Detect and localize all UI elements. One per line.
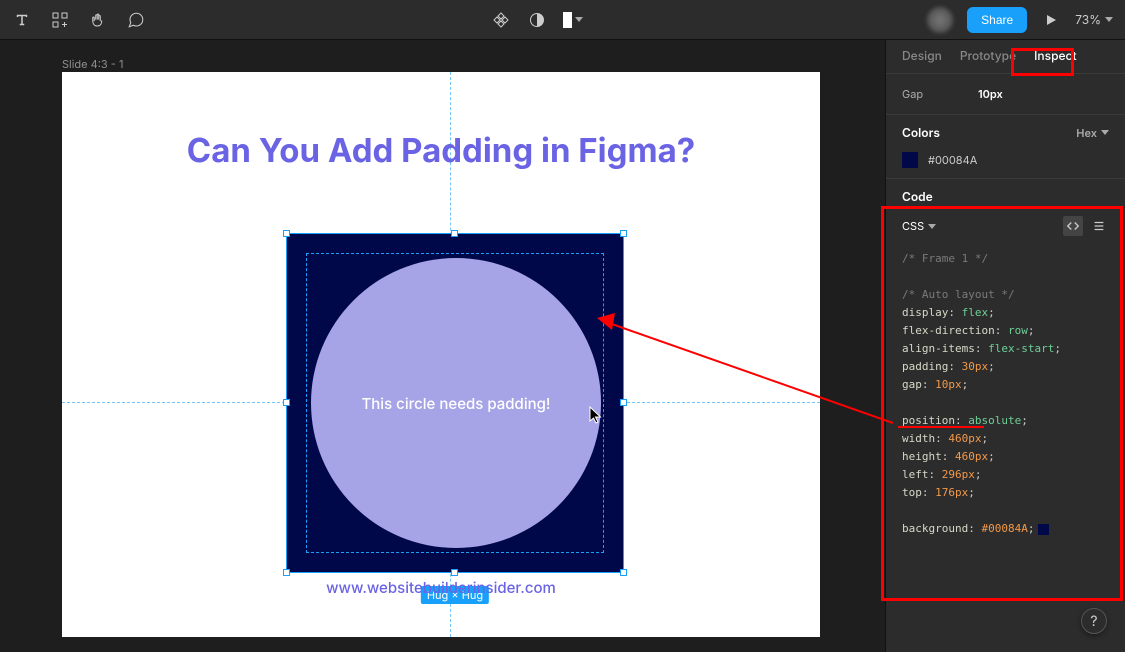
zoom-value: 73% [1075, 12, 1101, 27]
section-layout: Gap 10px [886, 74, 1125, 115]
zoom-dropdown[interactable]: 73% [1075, 12, 1113, 27]
handle-bot-left[interactable] [283, 569, 290, 576]
comment-icon[interactable] [126, 10, 146, 30]
present-icon[interactable] [1041, 10, 1061, 30]
canvas-area[interactable]: Slide 4:3 - 1 Can You Add Padding in Fig… [0, 40, 885, 652]
tab-inspect[interactable]: Inspect [1034, 48, 1076, 63]
handle-mid-right[interactable] [620, 399, 627, 406]
handle-bot-right[interactable] [620, 569, 627, 576]
handle-top-right[interactable] [620, 230, 627, 237]
color-row[interactable]: #00084A [902, 148, 1109, 168]
chevron-down-icon [1105, 17, 1113, 22]
handle-top-mid[interactable] [451, 230, 458, 237]
frame-label[interactable]: Slide 4:3 - 1 [62, 57, 123, 71]
toolbar-left [12, 10, 146, 30]
selected-frame[interactable]: This circle needs padding! Hug × Hug [286, 233, 624, 573]
top-toolbar: Share 73% [0, 0, 1125, 40]
website-url: www.websitebuilderinsider.com [62, 578, 820, 597]
toolbar-center [146, 10, 927, 30]
colors-header: Colors [902, 125, 940, 140]
text-tool-icon[interactable] [12, 10, 32, 30]
color-swatch [902, 152, 918, 168]
right-panel: Design Prototype Inspect Gap 10px Colors… [885, 40, 1125, 652]
chevron-down-icon [1101, 130, 1109, 135]
help-button[interactable]: ? [1081, 608, 1107, 634]
components-icon[interactable] [50, 10, 70, 30]
avatar[interactable] [927, 7, 953, 33]
tab-prototype[interactable]: Prototype [960, 48, 1016, 63]
handle-mid-left[interactable] [283, 399, 290, 406]
circle-shape[interactable]: This circle needs padding! [311, 258, 601, 548]
mask-icon[interactable] [527, 10, 547, 30]
slide-heading[interactable]: Can You Add Padding in Figma? [62, 130, 820, 170]
hand-tool-icon[interactable] [88, 10, 108, 30]
code-lang-dropdown[interactable]: CSS [902, 219, 936, 233]
section-colors: Colors Hex #00084A [886, 115, 1125, 179]
color-fill-icon[interactable] [563, 10, 583, 30]
chevron-down-icon [928, 224, 936, 229]
gap-value: 10px [978, 87, 1003, 101]
code-view-icon[interactable] [1063, 216, 1083, 236]
table-view-icon[interactable] [1089, 216, 1109, 236]
toolbar-right: Share 73% [927, 7, 1113, 33]
slide-frame[interactable]: Can You Add Padding in Figma? This circl… [62, 72, 820, 637]
handle-bot-mid[interactable] [451, 569, 458, 576]
code-header: Code [902, 189, 933, 204]
section-code: Code CSS /* Frame 1 */ /* Auto layout */… [886, 179, 1125, 548]
tab-design[interactable]: Design [902, 48, 942, 63]
code-block[interactable]: /* Frame 1 */ /* Auto layout */ display:… [902, 250, 1109, 538]
share-button[interactable]: Share [967, 7, 1027, 33]
panel-tabs: Design Prototype Inspect [886, 40, 1125, 74]
color-hex: #00084A [928, 153, 977, 167]
gap-label: Gap [902, 87, 978, 101]
handle-top-left[interactable] [283, 230, 290, 237]
diamond-icon[interactable] [491, 10, 511, 30]
color-format-dropdown[interactable]: Hex [1076, 126, 1109, 140]
circle-text[interactable]: This circle needs padding! [361, 394, 550, 413]
